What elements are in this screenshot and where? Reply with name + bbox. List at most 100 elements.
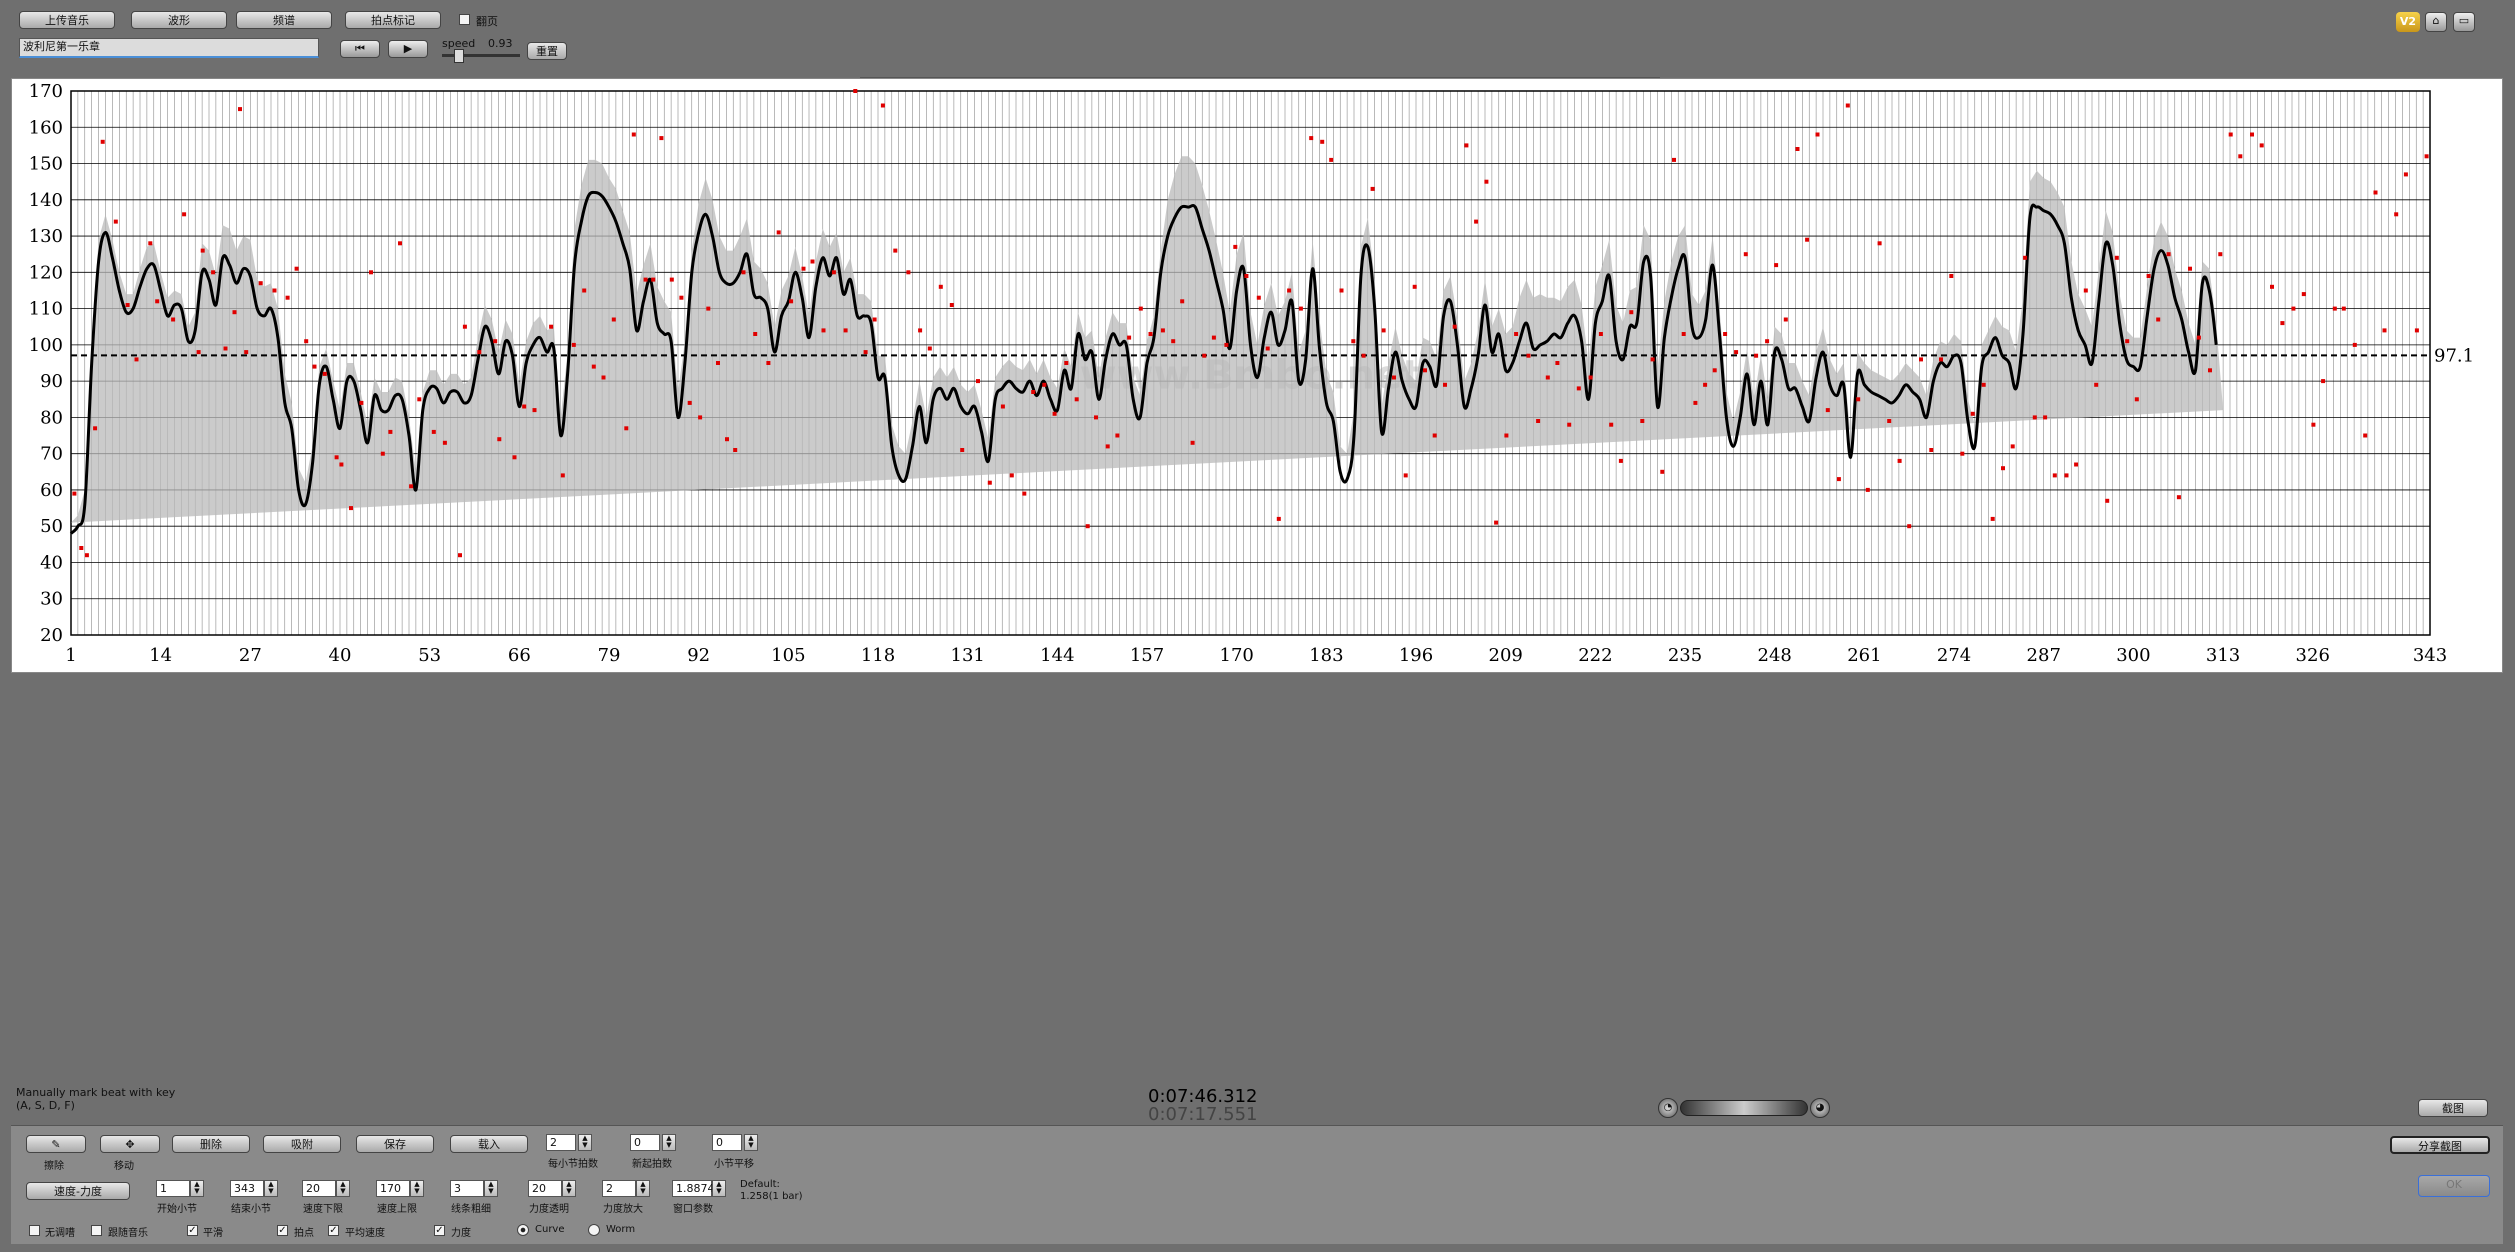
ok-button[interactable]: OK bbox=[2418, 1175, 2490, 1197]
tempo-chart-panel[interactable]: 20 30 40 50 60 70 80 90 100 110 120 130 140 150 160 170… bbox=[11, 78, 2503, 673]
window-param-stepper[interactable]: ▲ ▼ bbox=[712, 1180, 726, 1197]
beat-point[interactable] bbox=[1981, 382, 1986, 387]
beat-point[interactable] bbox=[1329, 157, 1334, 162]
eraser-icon[interactable]: ✎ bbox=[26, 1135, 86, 1153]
beat-point[interactable] bbox=[1009, 473, 1014, 478]
beat-point[interactable] bbox=[125, 303, 130, 307]
play-icon[interactable]: ▶ bbox=[388, 40, 428, 58]
beat-point[interactable] bbox=[2166, 252, 2171, 257]
beat-point[interactable] bbox=[223, 346, 228, 351]
beat-mark-button[interactable]: 拍点标记 bbox=[345, 11, 441, 29]
beat-point[interactable] bbox=[2023, 255, 2028, 260]
beat-point[interactable] bbox=[512, 455, 517, 460]
beat-point[interactable] bbox=[462, 324, 467, 329]
beat-point[interactable] bbox=[880, 103, 885, 108]
beat-point[interactable] bbox=[1897, 458, 1902, 463]
beat-point[interactable] bbox=[2382, 328, 2387, 333]
beat-point[interactable] bbox=[2218, 252, 2223, 257]
beat-point[interactable] bbox=[1795, 147, 1800, 151]
reset-button[interactable]: 重置 bbox=[527, 42, 567, 60]
beat-point[interactable] bbox=[334, 455, 339, 460]
beat-point[interactable] bbox=[238, 107, 242, 112]
volume-slider[interactable] bbox=[1680, 1100, 1808, 1116]
beat-point[interactable] bbox=[1815, 132, 1820, 137]
beat-point[interactable] bbox=[1712, 368, 1717, 373]
beat-point[interactable] bbox=[493, 339, 498, 344]
beat-point[interactable] bbox=[766, 361, 771, 365]
beat-point[interactable] bbox=[2311, 422, 2316, 427]
beat-point[interactable] bbox=[211, 270, 216, 275]
beat-point[interactable] bbox=[716, 361, 720, 365]
beat-point[interactable] bbox=[1138, 306, 1143, 311]
beat-point[interactable] bbox=[113, 219, 118, 224]
beat-point[interactable] bbox=[2134, 397, 2139, 402]
beat-point[interactable] bbox=[1845, 103, 1850, 108]
beat-point[interactable] bbox=[1504, 433, 1509, 438]
beat-point[interactable] bbox=[1856, 397, 1861, 402]
beat-point[interactable] bbox=[1919, 357, 1923, 362]
beat-point[interactable] bbox=[725, 437, 729, 442]
beat-point[interactable] bbox=[2064, 473, 2069, 478]
beat-point[interactable] bbox=[1105, 444, 1110, 449]
beat-point[interactable] bbox=[1970, 411, 1975, 416]
beat-point[interactable] bbox=[304, 339, 309, 344]
beat-point[interactable] bbox=[582, 288, 587, 293]
beat-point[interactable] bbox=[611, 317, 616, 322]
beat-point[interactable] bbox=[2414, 328, 2419, 333]
beat-point[interactable] bbox=[893, 248, 898, 253]
beats-per-bar-input[interactable]: 2 bbox=[546, 1134, 576, 1151]
beat-point[interactable] bbox=[1514, 332, 1519, 336]
beat-point[interactable] bbox=[1180, 299, 1185, 304]
denoise-checkbox[interactable] bbox=[29, 1225, 40, 1236]
beat-point[interactable] bbox=[359, 400, 364, 405]
beat-point[interactable] bbox=[1256, 295, 1261, 300]
beat-point[interactable] bbox=[1576, 386, 1581, 391]
beat-point[interactable] bbox=[706, 306, 711, 311]
tempo-dynamics-button[interactable]: 速度-力度 bbox=[26, 1182, 130, 1200]
beat-point[interactable] bbox=[1127, 335, 1132, 340]
beat-point[interactable] bbox=[2001, 466, 2005, 471]
beat-point[interactable] bbox=[148, 241, 153, 246]
share-screenshot-button[interactable]: 分享截图 bbox=[2390, 1136, 2490, 1154]
beat-point[interactable] bbox=[1743, 252, 1748, 257]
beat-point[interactable] bbox=[776, 230, 781, 235]
beat-point[interactable] bbox=[698, 415, 703, 420]
beat-point[interactable] bbox=[1074, 397, 1079, 402]
dynamics-transparency-stepper[interactable]: ▲ ▼ bbox=[562, 1180, 576, 1197]
beat-point[interactable] bbox=[1287, 288, 1292, 293]
beat-point[interactable] bbox=[100, 139, 105, 144]
snap-button[interactable]: 吸附 bbox=[263, 1135, 341, 1153]
beat-point[interactable] bbox=[1545, 375, 1550, 380]
avg-tempo-checkbox[interactable]: ✓ bbox=[328, 1225, 339, 1236]
beat-point[interactable] bbox=[1640, 419, 1645, 423]
beat-point[interactable] bbox=[1567, 422, 1572, 427]
line-width-stepper[interactable]: ▲ ▼ bbox=[484, 1180, 498, 1197]
beat-point[interactable] bbox=[1494, 520, 1499, 525]
beat-point[interactable] bbox=[294, 266, 299, 271]
beat-point[interactable] bbox=[2424, 154, 2429, 159]
save-button[interactable]: 保存 bbox=[356, 1135, 434, 1153]
beat-point[interactable] bbox=[2341, 306, 2346, 311]
beat-point[interactable] bbox=[1693, 400, 1698, 405]
beat-point[interactable] bbox=[1949, 274, 1954, 278]
beat-point[interactable] bbox=[976, 379, 980, 384]
beat-point[interactable] bbox=[1339, 288, 1344, 293]
beat-point[interactable] bbox=[155, 299, 160, 304]
beat-point[interactable] bbox=[906, 270, 911, 275]
beats-checkbox[interactable]: ✓ bbox=[277, 1225, 288, 1236]
tempo-lower-stepper[interactable]: ▲ ▼ bbox=[336, 1180, 350, 1197]
beat-point[interactable] bbox=[918, 328, 923, 333]
line-width-input[interactable]: 3 bbox=[450, 1180, 484, 1197]
beat-point[interactable] bbox=[1609, 422, 1614, 427]
beat-point[interactable] bbox=[571, 342, 576, 347]
beat-point[interactable] bbox=[1361, 353, 1366, 358]
beat-point[interactable] bbox=[1381, 328, 1386, 333]
beat-point[interactable] bbox=[1836, 477, 1841, 482]
curve-radio[interactable] bbox=[517, 1224, 529, 1236]
beat-point[interactable] bbox=[322, 371, 327, 376]
waveform-button[interactable]: 波形 bbox=[131, 11, 227, 29]
tempo-upper-input[interactable]: 170 bbox=[376, 1180, 410, 1197]
v2-badge[interactable]: V2 bbox=[2396, 12, 2420, 32]
beat-point[interactable] bbox=[2010, 444, 2015, 449]
beat-point[interactable] bbox=[2259, 143, 2264, 148]
